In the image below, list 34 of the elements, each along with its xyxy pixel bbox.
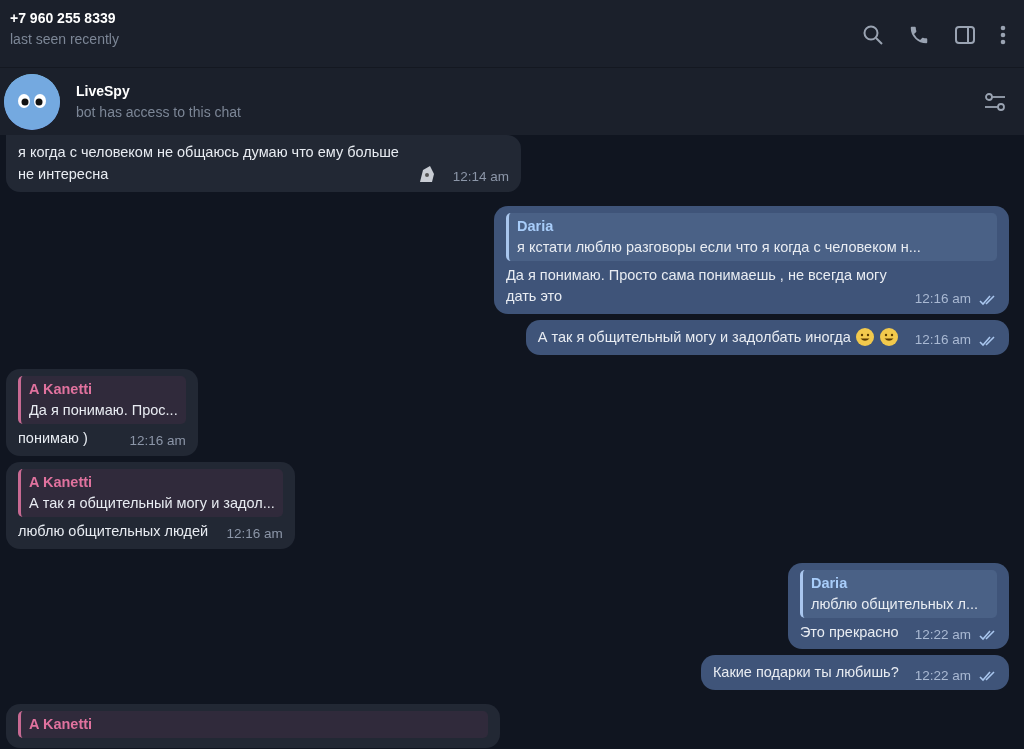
message-text: Какие подарки ты любишь?	[712, 663, 899, 683]
message-text: понимаю )	[18, 429, 88, 449]
message-text: я когда с человеком не общаюсь думаю что ему больше не интересна	[18, 143, 400, 184]
reply-author: Daria	[517, 216, 555, 236]
message-time: 12:14 am	[452, 168, 509, 184]
message-time: 12:16 am	[226, 526, 283, 542]
reply-text: Да я понимаю. Прос...	[29, 401, 178, 421]
message-text: люблю общительных людей	[18, 521, 209, 541]
more-menu-icon[interactable]	[1000, 24, 1006, 47]
message-text: Да я понимаю. Просто сама понимаешь , не всегда могу дать это	[506, 265, 888, 307]
reply-text: А так я общительный могу и задол...	[29, 493, 275, 513]
settings-sliders-icon[interactable]	[984, 90, 1006, 113]
message-time: 12:22 am	[914, 667, 971, 683]
bot-avatar-icon	[4, 73, 60, 130]
bot-name: LiveSpy	[76, 81, 131, 101]
contact-name: +7 960 255 8339	[10, 9, 117, 28]
reply-text: я кстати люблю разговоры если что я когда с человеком н...	[517, 237, 922, 257]
message-text: Это прекрасно	[799, 622, 899, 642]
reply-author: Daria	[810, 573, 849, 593]
message-time: 12:16 am	[129, 433, 186, 449]
message-text: А так я общительный могу и задолбать иногда	[537, 328, 851, 348]
reply-author: A Kanetti	[29, 472, 94, 492]
reply-text: люблю общительных л...	[810, 594, 979, 614]
sidebar-toggle-icon[interactable]	[954, 24, 976, 47]
last-seen-status: last seen recently	[10, 30, 119, 49]
message-time: 12:16 am	[914, 332, 971, 348]
message-time: 12:22 am	[914, 626, 971, 642]
smiley-icon	[854, 327, 875, 348]
smiley-icon	[878, 327, 899, 348]
message-time: 12:16 am	[914, 291, 971, 307]
search-icon[interactable]	[862, 24, 884, 47]
reply-author: A Kanetti	[29, 715, 94, 735]
bot-access-note: bot has access to this chat	[76, 102, 241, 122]
reply-author: A Kanetti	[29, 380, 94, 400]
